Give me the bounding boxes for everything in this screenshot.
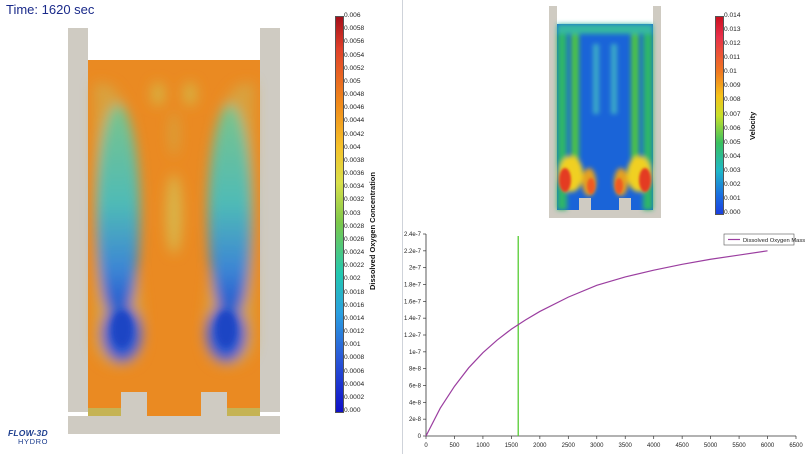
oxygen-tick-label: 0.0012 — [344, 328, 365, 335]
velocity-tick-label: 0.003 — [724, 166, 741, 174]
velocity-tick-label: 0.012 — [724, 40, 741, 48]
oxygen-tick-label: 0.0002 — [344, 393, 365, 401]
right-outlet-block — [201, 392, 227, 422]
velocity-tick-label: 0.008 — [724, 96, 741, 104]
oxygen-tick-label: 0.0048 — [344, 91, 365, 98]
velocity-tick-label: 0.014 — [724, 12, 741, 19]
velocity-colorbar-title: Velocity — [748, 111, 757, 140]
y-tick-label: 1.8e-7 — [404, 283, 422, 289]
velocity-tick-label: 0.007 — [724, 110, 741, 118]
velocity-tick-label: 0.005 — [724, 138, 741, 146]
velocity-tick-label: 0.001 — [724, 194, 741, 202]
y-tick-label: 1.6e-7 — [404, 299, 422, 305]
oxygen-tick-label: 0.0046 — [344, 104, 365, 112]
velocity-colorbar-ticks: 0.014 0.013 0.012 0.011 0.01 0.009 0.008 0.007 0… — [724, 12, 764, 215]
velocity-tick-label: 0.009 — [724, 82, 741, 90]
oxygen-tick-label: 0.0058 — [344, 25, 365, 33]
velocity-floor — [549, 210, 661, 218]
x-tick-label: 4000 — [647, 443, 661, 449]
oxygen-colorbar-title: Dissolved Oxygen Concentration — [368, 172, 377, 290]
y-tick-label: 4e-8 — [409, 400, 422, 406]
oxygen-tick-label: 0.000 — [344, 407, 361, 414]
tank-floor — [68, 416, 280, 434]
oxygen-colorbar — [335, 16, 344, 413]
y-tick-label: 1.2e-7 — [404, 333, 422, 339]
legend-label: Dissolved Oxygen Mass — [743, 238, 805, 244]
oxygen-tick-label: 0.0014 — [344, 314, 365, 322]
oxygen-tick-label: 0.0028 — [344, 222, 365, 230]
tank-left-wall — [68, 28, 88, 412]
y-tick-label: 2e-8 — [409, 417, 422, 423]
velocity-tick-label: 0.000 — [724, 209, 741, 216]
x-tick-label: 3000 — [590, 443, 604, 449]
time-label: Time: 1620 sec — [6, 2, 95, 17]
x-tick-label: 0 — [424, 443, 428, 449]
oxygen-tick-label: 0.002 — [344, 275, 361, 283]
oxygen-tick-label: 0.0006 — [344, 367, 365, 375]
velocity-tick-label: 0.01 — [724, 68, 737, 76]
x-tick-label: 1000 — [476, 443, 490, 449]
oxygen-tick-label: 0.001 — [344, 341, 361, 349]
y-tick-label: 0 — [418, 434, 422, 440]
velocity-right-outlet — [619, 198, 631, 212]
oxygen-tick-label: 0.0034 — [344, 183, 365, 191]
series-line-oxygen-mass — [425, 250, 768, 437]
oxygen-tick-label: 0.0042 — [344, 130, 365, 138]
oxygen-tick-label: 0.0022 — [344, 262, 365, 270]
velocity-contour-plot — [549, 6, 661, 218]
oxygen-contour-plot — [68, 28, 280, 434]
velocity-left-outlet — [579, 198, 591, 212]
velocity-tick-label: 0.011 — [724, 54, 741, 62]
velocity-tick-label: 0.004 — [724, 152, 741, 160]
y-tick-label: 6e-8 — [409, 384, 422, 390]
y-tick-label: 2.2e-7 — [404, 249, 422, 255]
x-tick-label: 1500 — [505, 443, 519, 449]
tank-right-wall — [260, 28, 280, 412]
x-tick-label: 3500 — [619, 443, 633, 449]
oxygen-tick-label: 0.004 — [344, 143, 361, 151]
oxygen-tick-label: 0.0036 — [344, 170, 365, 177]
oxygen-tick-label: 0.006 — [344, 12, 361, 19]
flow3d-logo: FLOW-3D HYDRO — [8, 428, 48, 446]
velocity-colorbar — [715, 16, 724, 215]
left-outlet-block — [121, 392, 147, 422]
oxygen-tick-label: 0.005 — [344, 77, 361, 85]
velocity-tick-label: 0.013 — [724, 26, 741, 34]
x-tick-label: 2500 — [562, 443, 576, 449]
oxygen-tick-label: 0.0044 — [344, 117, 365, 125]
oxygen-tick-label: 0.0008 — [344, 354, 365, 362]
oxygen-tick-label: 0.0054 — [344, 51, 365, 59]
oxygen-tick-label: 0.0026 — [344, 235, 365, 243]
x-tick-label: 5000 — [704, 443, 718, 449]
oxygen-tick-label: 0.0052 — [344, 64, 365, 72]
x-tick-label: 500 — [449, 443, 460, 449]
x-tick-label: 6000 — [761, 443, 775, 449]
oxygen-tick-label: 0.0024 — [344, 249, 365, 256]
oxygen-mass-chart: 0 500 1000 1500 2000 2500 3000 3500 4000 4500 5000… — [404, 232, 805, 449]
y-tick-label: 2.4e-7 — [404, 232, 422, 238]
x-tick-label: 2000 — [533, 443, 547, 449]
y-tick-label: 1e-7 — [409, 350, 422, 356]
y-tick-label: 2e-7 — [409, 266, 422, 272]
velocity-left-wall — [549, 6, 557, 216]
velocity-tick-label: 0.002 — [724, 180, 741, 188]
y-tick-label: 8e-8 — [409, 367, 422, 373]
velocity-tick-label: 0.006 — [724, 124, 741, 132]
x-tick-label: 6500 — [789, 443, 803, 449]
oxygen-tick-label: 0.003 — [344, 209, 361, 217]
oxygen-tick-label: 0.0032 — [344, 196, 365, 204]
x-tick-label: 5500 — [732, 443, 746, 449]
logo-line-2: HYDRO — [18, 437, 49, 446]
oxygen-tick-label: 0.0038 — [344, 156, 365, 164]
y-tick-label: 1.4e-7 — [404, 316, 422, 322]
oxygen-tick-label: 0.0018 — [344, 288, 365, 296]
oxygen-tick-label: 0.0056 — [344, 38, 365, 46]
oxygen-tick-label: 0.0004 — [344, 380, 365, 388]
x-tick-label: 4500 — [675, 443, 689, 449]
oxygen-tick-label: 0.0016 — [344, 301, 365, 309]
velocity-right-wall — [653, 6, 661, 216]
